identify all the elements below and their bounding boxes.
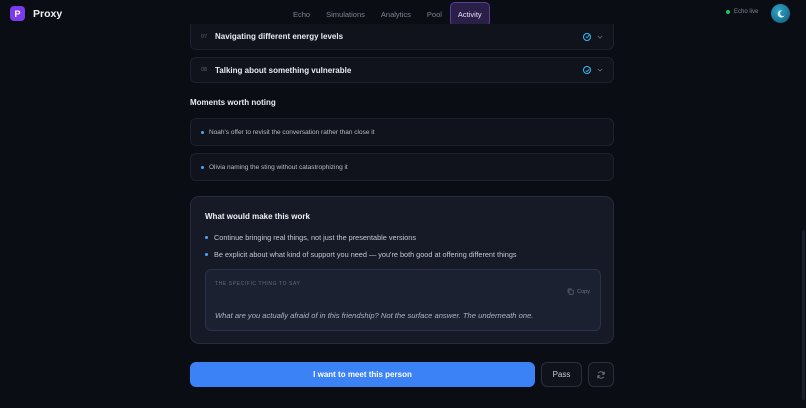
advice-title: What would make this work — [205, 212, 310, 221]
status-dot — [726, 10, 730, 14]
advice-item: Be explicit about what kind of support y… — [205, 250, 517, 259]
app-name: Proxy — [33, 7, 63, 20]
step-title: Talking about something vulnerable — [215, 65, 352, 75]
step-item-08[interactable]: 08 Talking about something vulnerable — [190, 57, 614, 83]
quote-box: THE SPECIFIC THING TO SAY Copy What are … — [205, 269, 601, 331]
check-circle-icon — [583, 66, 591, 74]
meet-person-button[interactable]: I want to meet this person — [190, 362, 535, 387]
copy-icon — [567, 288, 574, 295]
moment-item: Noah's offer to revisit the conversation… — [190, 118, 614, 146]
chevron-down-icon[interactable] — [597, 67, 603, 73]
moment-text: Olivia naming the sting without catastro… — [209, 163, 348, 171]
bullet-dot — [205, 253, 208, 256]
step-number: 08 — [201, 67, 208, 73]
moment-item: Olivia naming the sting without catastro… — [190, 153, 614, 181]
step-item-07[interactable]: 07 Navigating different energy levels — [190, 24, 614, 50]
advice-panel: What would make this work Continue bring… — [190, 196, 614, 344]
avatar[interactable] — [771, 4, 790, 23]
quote-label: THE SPECIFIC THING TO SAY — [215, 281, 301, 287]
advice-text: Be explicit about what kind of support y… — [214, 250, 517, 259]
step-number: 07 — [201, 33, 208, 40]
step-title: Navigating different energy levels — [215, 32, 344, 41]
copy-button[interactable]: Copy — [567, 288, 590, 295]
status-label: Echo live — [734, 9, 759, 15]
refresh-icon — [597, 370, 605, 379]
quote-text: What are you actually afraid of in this … — [215, 311, 534, 320]
bullet-dot — [205, 236, 208, 239]
logo-mark: P — [10, 6, 25, 21]
chevron-down-icon[interactable] — [597, 34, 603, 40]
moments-title: Moments worth noting — [190, 98, 276, 107]
check-circle-icon — [583, 32, 591, 41]
scrollbar[interactable] — [802, 230, 805, 400]
copy-label: Copy — [577, 288, 590, 295]
status-indicator: Echo live — [726, 9, 758, 15]
moment-text: Noah's offer to revisit the conversation… — [209, 128, 375, 136]
advice-item: Continue bringing real things, not just … — [205, 233, 416, 242]
pass-button[interactable]: Pass — [541, 362, 582, 387]
advice-text: Continue bringing real things, not just … — [214, 233, 417, 242]
bullet-dot — [201, 165, 204, 169]
refresh-button[interactable] — [588, 362, 614, 387]
moon-icon — [777, 9, 785, 18]
logo[interactable]: P Proxy — [10, 6, 62, 21]
bullet-dot — [201, 130, 204, 134]
